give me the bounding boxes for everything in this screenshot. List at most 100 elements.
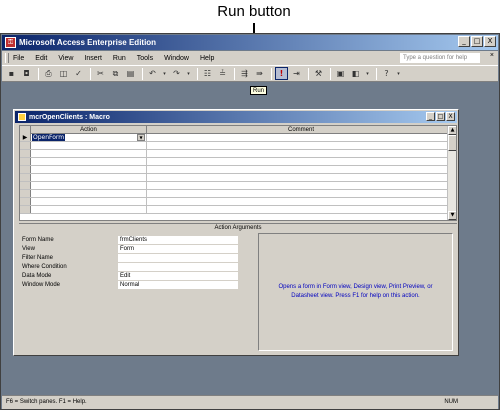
row-selector[interactable] [20,142,31,149]
menu-edit[interactable]: Edit [35,55,47,62]
print-icon[interactable]: ⎙ [42,68,55,80]
where-condition-field[interactable] [118,262,238,271]
menu-file[interactable]: File [13,55,24,62]
grid-scrollbar[interactable]: ▲ ▼ [447,126,456,220]
scroll-down-icon[interactable]: ▼ [448,211,456,220]
toolbar-separator [90,67,91,80]
scroll-thumb[interactable] [448,135,456,151]
menu-help[interactable]: Help [200,55,214,62]
menubar-grip[interactable] [5,53,9,63]
table-row[interactable] [20,206,456,214]
access-app-window: ⚿ Microsoft Access Enterprise Edition _ … [0,33,500,410]
scroll-up-icon[interactable]: ▲ [448,126,456,135]
table-row[interactable] [20,174,456,182]
macro-minimize-button[interactable]: _ [426,112,435,121]
toolbar-separator [330,67,331,80]
view-field[interactable]: Form [118,244,238,253]
grid-corner[interactable] [20,126,31,134]
macro-restore-button[interactable]: □ [436,112,445,121]
run-icon[interactable]: ! [275,67,288,80]
action-cell-value[interactable]: OpenForm [32,134,66,141]
action-cell[interactable] [31,198,147,205]
comment-cell[interactable] [147,142,456,149]
row-selector[interactable] [20,166,31,173]
comment-cell[interactable] [147,206,456,213]
row-selector[interactable] [20,174,31,181]
action-cell[interactable] [31,206,147,213]
minimize-button[interactable]: _ [458,36,470,47]
action-cell[interactable]: OpenForm ▼ [31,134,147,141]
action-cell[interactable] [31,174,147,181]
comment-cell[interactable] [147,134,456,141]
build-icon[interactable]: ⚒ [312,68,325,80]
copy-icon[interactable]: ⧉ [109,68,122,80]
comment-cell[interactable] [147,166,456,173]
table-row[interactable] [20,158,456,166]
row-selector[interactable] [20,206,31,213]
row-selector-current[interactable]: ▶ [20,134,31,141]
save-icon[interactable]: ▪ [5,68,18,80]
table-row[interactable] [20,142,456,150]
chevron-down-icon[interactable]: ▼ [137,134,145,141]
data-mode-field[interactable]: Edit [118,271,238,280]
comment-cell[interactable] [147,158,456,165]
row-selector[interactable] [20,158,31,165]
step-icon[interactable]: ⇥ [290,68,303,80]
menu-window[interactable]: Window [164,55,189,62]
preview-icon[interactable]: ◫ [57,68,70,80]
macro-close-button[interactable]: X [446,112,455,121]
comment-cell[interactable] [147,182,456,189]
table-row[interactable]: ▶ OpenForm ▼ [20,134,456,142]
action-cell[interactable] [31,166,147,173]
conditions-icon[interactable]: ≟ [216,68,229,80]
table-row[interactable] [20,182,456,190]
menu-run[interactable]: Run [113,55,126,62]
action-cell[interactable] [31,182,147,189]
window-mode-field[interactable]: Normal [118,280,238,289]
toolbar-options-icon[interactable]: ▾ [395,68,402,80]
comment-cell[interactable] [147,174,456,181]
table-row[interactable] [20,198,456,206]
comment-cell[interactable] [147,198,456,205]
new-object-icon[interactable]: ◧ [349,68,362,80]
new-object-dropdown-icon[interactable]: ▾ [364,68,371,80]
column-header-action[interactable]: Action [31,126,147,134]
close-button[interactable]: X [484,36,496,47]
redo-dropdown-icon[interactable]: ▾ [185,68,192,80]
action-cell[interactable] [31,142,147,149]
comment-cell[interactable] [147,150,456,157]
close-icon[interactable]: × [490,52,494,59]
restore-button[interactable]: □ [471,36,483,47]
disk-icon[interactable]: ◘ [20,68,33,80]
row-selector[interactable] [20,198,31,205]
filter-name-field[interactable] [118,253,238,262]
row-selector[interactable] [20,150,31,157]
argument-row: Window Mode Normal [22,280,252,289]
action-cell[interactable] [31,158,147,165]
action-cell[interactable] [31,190,147,197]
table-row[interactable] [20,150,456,158]
action-cell[interactable] [31,150,147,157]
database-window-icon[interactable]: ▣ [334,68,347,80]
table-row[interactable] [20,166,456,174]
menu-insert[interactable]: Insert [84,55,102,62]
insert-rows-icon[interactable]: ⇶ [238,68,251,80]
row-selector[interactable] [20,190,31,197]
column-header-comment[interactable]: Comment [147,126,456,134]
help-icon[interactable]: ? [380,68,393,80]
comment-cell[interactable] [147,190,456,197]
paste-icon[interactable]: ▤ [124,68,137,80]
form-name-field[interactable]: frmClients [118,235,238,244]
undo-icon[interactable]: ↶ [146,68,159,80]
delete-rows-icon[interactable]: ⇛ [253,68,266,80]
menu-view[interactable]: View [58,55,73,62]
spelling-icon[interactable]: ✓ [72,68,85,80]
macro-names-icon[interactable]: ☷ [201,68,214,80]
table-row[interactable] [20,190,456,198]
menu-tools[interactable]: Tools [137,55,153,62]
cut-icon[interactable]: ✂ [94,68,107,80]
row-selector[interactable] [20,182,31,189]
undo-dropdown-icon[interactable]: ▾ [161,68,168,80]
redo-icon[interactable]: ↷ [170,68,183,80]
help-question-input[interactable]: Type a question for help [400,53,480,63]
